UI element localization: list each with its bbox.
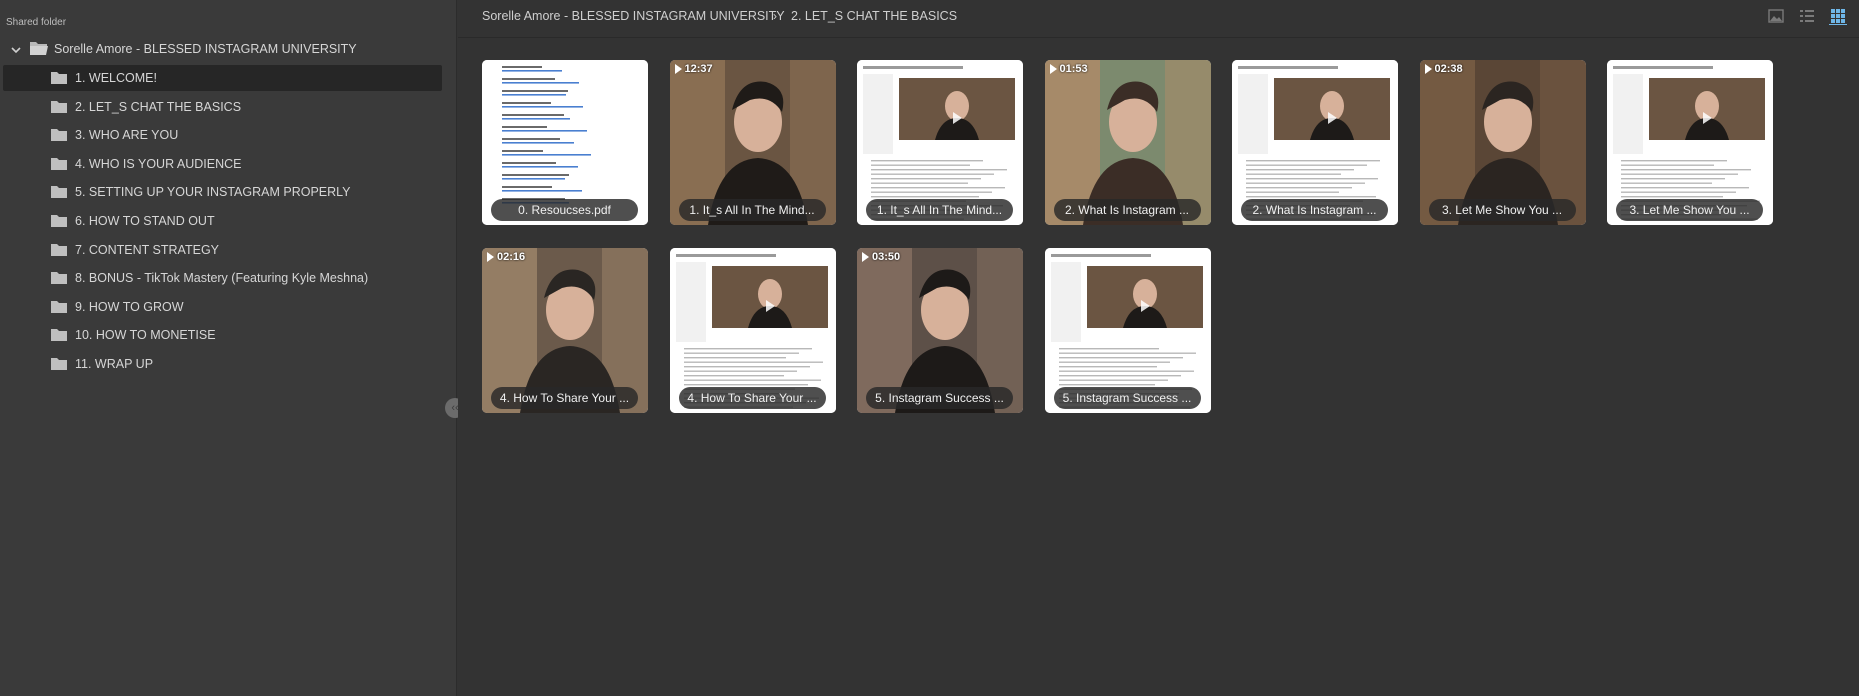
sidebar-folder-item[interactable]: 8. BONUS - TikTok Mastery (Featuring Kyl… xyxy=(3,265,442,291)
folder-icon xyxy=(51,129,67,142)
duration-label: 01:53 xyxy=(1059,63,1088,75)
file-tile[interactable]: 3. Let Me Show You ... xyxy=(1607,60,1773,225)
play-icon xyxy=(953,112,962,124)
file-tile[interactable]: 4. How To Share Your ... xyxy=(669,248,836,413)
breadcrumb-current: 2. LET_S CHAT THE BASICS xyxy=(791,9,958,23)
video-duration: 02:38 xyxy=(1424,63,1463,75)
sidebar-folder-item[interactable]: 10. HOW TO MONETISE xyxy=(3,322,442,348)
folder-icon xyxy=(51,157,67,170)
file-name-label: 4. How To Share Your ... xyxy=(491,387,638,409)
breadcrumb-root[interactable]: Sorelle Amore - BLESSED INSTAGRAM UNIVER… xyxy=(482,9,785,23)
play-icon xyxy=(1140,300,1150,312)
open-folder-icon xyxy=(30,42,48,55)
sidebar-folder-label: 8. BONUS - TikTok Mastery (Featuring Kyl… xyxy=(75,271,369,286)
shared-folder-label: Shared folder xyxy=(6,17,67,28)
play-icon xyxy=(487,252,494,262)
file-name-label: 3. Let Me Show You ... xyxy=(1428,199,1576,221)
sidebar-folder-label: 7. CONTENT STRATEGY xyxy=(75,242,220,257)
file-name-label: 1. It_s All In The Mind... xyxy=(866,199,1013,221)
list-view-icon[interactable] xyxy=(1798,7,1816,25)
play-icon xyxy=(1703,112,1712,124)
chevron-right-icon: › xyxy=(773,9,777,23)
sidebar-folder-item[interactable]: 2. LET_S CHAT THE BASICS xyxy=(3,94,442,120)
play-icon xyxy=(674,64,682,74)
sidebar-folder-item[interactable]: 3. WHO ARE YOU xyxy=(3,122,442,148)
sidebar-folder-item[interactable]: 9. HOW TO GROW xyxy=(3,294,442,320)
file-name-label: 2. What Is Instagram ... xyxy=(1053,199,1201,221)
file-name-label: 4. How To Share Your ... xyxy=(678,387,826,409)
folder-sidebar: Shared folder Sorelle Amore - BLESSED IN… xyxy=(0,0,465,696)
root-folder-label: Sorelle Amore - BLESSED INSTAGRAM UNIVER… xyxy=(54,42,357,56)
folder-icon xyxy=(51,243,67,256)
sidebar-folder-label: 10. HOW TO MONETISE xyxy=(75,328,216,343)
folder-icon xyxy=(51,72,67,84)
file-tile[interactable]: 03:50 5. Instagram Success ... xyxy=(857,248,1023,413)
file-tile[interactable]: 01:53 2. What Is Instagram ... xyxy=(1044,60,1211,225)
file-tile[interactable]: 02:38 3. Let Me Show You ... xyxy=(1419,60,1586,225)
topbar: Sorelle Amore - BLESSED INSTAGRAM UNIVER… xyxy=(458,0,1859,38)
file-tile[interactable]: 1. It_s All In The Mind... xyxy=(857,60,1023,225)
file-name-label: 5. Instagram Success ... xyxy=(866,387,1013,409)
duration-label: 03:50 xyxy=(872,251,901,263)
file-tile[interactable]: 12:37 1. It_s All In The Mind... xyxy=(669,60,836,225)
sidebar-folder-item[interactable]: 11. WRAP UP xyxy=(3,351,442,377)
play-icon xyxy=(765,300,775,312)
video-duration: 01:53 xyxy=(1049,63,1088,75)
sidebar-folder-label: 6. HOW TO STAND OUT xyxy=(75,214,215,228)
image-view-icon[interactable] xyxy=(1767,7,1785,25)
sidebar-folder-label: 4. WHO IS YOUR AUDIENCE xyxy=(75,156,242,171)
file-tile[interactable]: 0. Resoucses.pdf xyxy=(482,60,648,225)
sidebar-folder-item[interactable]: 6. HOW TO STAND OUT xyxy=(3,208,442,234)
video-duration: 03:50 xyxy=(862,251,900,263)
grid-view-icon[interactable] xyxy=(1829,7,1847,25)
file-name-label: 0. Resoucses.pdf xyxy=(491,199,638,221)
play-icon xyxy=(1424,64,1432,74)
sidebar-folder-label: 9. HOW TO GROW xyxy=(75,299,184,314)
sidebar-folder-item[interactable]: 1. WELCOME! xyxy=(3,65,442,91)
file-name-label: 2. What Is Instagram ... xyxy=(1241,199,1388,221)
sidebar-folder-label: 3. WHO ARE YOU xyxy=(75,128,179,143)
file-name-label: 1. It_s All In The Mind... xyxy=(678,199,826,221)
duration-label: 02:38 xyxy=(1434,63,1463,75)
file-tile[interactable]: 2. What Is Instagram ... xyxy=(1232,60,1398,225)
folder-icon xyxy=(51,215,67,227)
file-name-label: 5. Instagram Success ... xyxy=(1053,387,1201,409)
sidebar-folder-label: 2. LET_S CHAT THE BASICS xyxy=(75,99,242,114)
file-browser-app: Shared folder Sorelle Amore - BLESSED IN… xyxy=(0,0,1859,696)
play-icon xyxy=(1049,64,1057,74)
chevron-down-icon[interactable] xyxy=(11,45,21,55)
folder-icon xyxy=(51,300,67,313)
folder-icon xyxy=(51,272,67,285)
sidebar-folder-item[interactable]: 5. SETTING UP YOUR INSTAGRAM PROPERLY xyxy=(3,179,442,205)
folder-icon xyxy=(51,358,67,370)
file-tile[interactable]: 02:16 4. How To Share Your ... xyxy=(482,248,648,413)
file-name-label: 3. Let Me Show You ... xyxy=(1616,199,1763,221)
folder-icon xyxy=(51,186,67,199)
play-icon xyxy=(862,252,869,262)
play-icon xyxy=(1328,112,1337,124)
folder-icon xyxy=(51,100,67,113)
duration-label: 12:37 xyxy=(684,63,713,75)
sidebar-folder-label: 11. WRAP UP xyxy=(75,357,154,371)
main-panel: Sorelle Amore - BLESSED INSTAGRAM UNIVER… xyxy=(458,0,1859,696)
sidebar-folder-item[interactable]: 4. WHO IS YOUR AUDIENCE xyxy=(3,151,442,177)
video-duration: 02:16 xyxy=(487,251,525,263)
tree-root-folder[interactable]: Sorelle Amore - BLESSED INSTAGRAM UNIVER… xyxy=(0,36,457,62)
duration-label: 02:16 xyxy=(497,251,526,263)
sidebar-folder-label: 5. SETTING UP YOUR INSTAGRAM PROPERLY xyxy=(75,185,351,200)
folder-icon xyxy=(51,329,67,342)
video-duration: 12:37 xyxy=(674,63,713,75)
sidebar-folder-label: 1. WELCOME! xyxy=(75,71,157,85)
sidebar-folder-item[interactable]: 7. CONTENT STRATEGY xyxy=(3,237,442,263)
file-tile[interactable]: 5. Instagram Success ... xyxy=(1044,248,1211,413)
